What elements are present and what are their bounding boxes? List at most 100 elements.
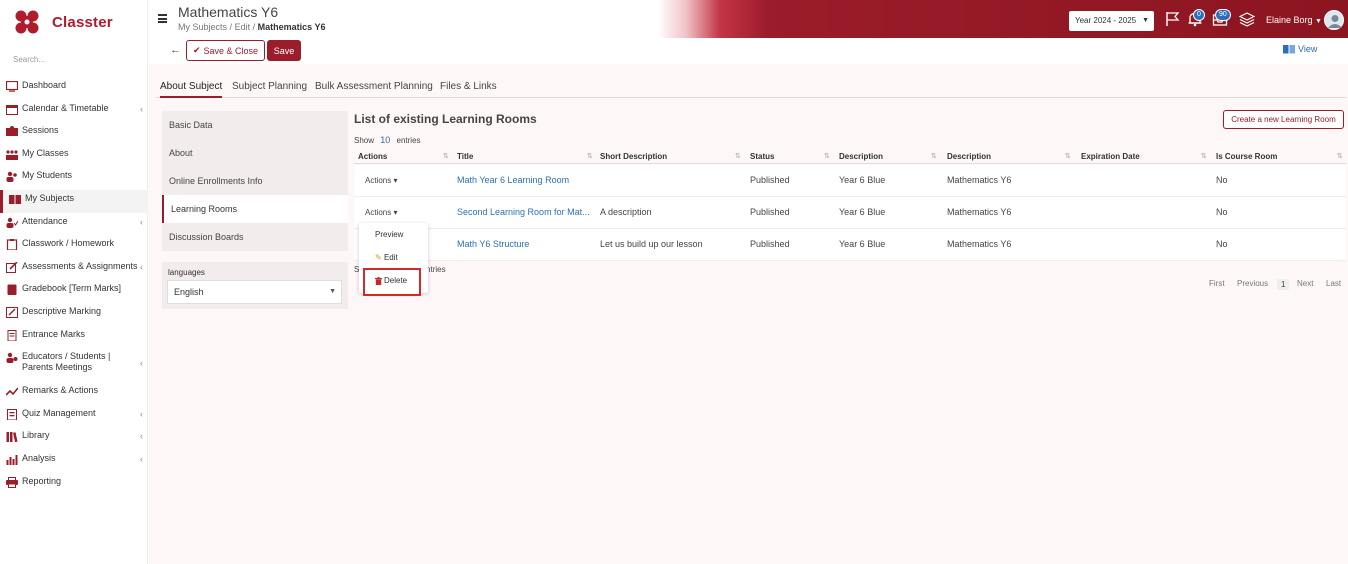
sidebar-item-label: Educators / Students | Parents Meetings	[22, 351, 111, 373]
sidebar-item-label: Library	[22, 430, 50, 441]
row-actions-button[interactable]: Actions ▾	[365, 176, 397, 185]
logo[interactable]: Classter	[14, 9, 113, 35]
sidebar-item-entrance-marks[interactable]: Entrance Marks	[0, 326, 148, 349]
sidebar-item-label: Sessions	[22, 125, 59, 136]
save-button[interactable]: Save	[267, 40, 301, 61]
sort-icon: ⇅	[1065, 153, 1071, 160]
hamburger-menu-icon[interactable]	[158, 14, 167, 23]
sidebar-item-dashboard[interactable]: Dashboard	[0, 77, 148, 100]
table-row: Actions ▾ Second Learning Room for Mat..…	[354, 197, 1346, 229]
sidebar-search-input[interactable]: Search...	[13, 55, 45, 64]
subnav-about[interactable]: About	[162, 139, 348, 167]
quiz-icon	[7, 408, 17, 420]
gradebook-icon	[7, 284, 17, 296]
pager-last[interactable]: Last	[1326, 279, 1341, 288]
year-selector[interactable]: Year 2024 - 2025 ▼	[1069, 11, 1154, 31]
sidebar-item-reporting[interactable]: Reporting	[0, 473, 148, 496]
table-header: Actions ⇅ Title ⇅ Short Description ⇅ St…	[354, 150, 1346, 164]
sidebar-item-descriptive-marking[interactable]: Descriptive Marking	[0, 303, 148, 326]
chevron-left-icon: ‹	[140, 261, 143, 272]
pager-page-1[interactable]: 1	[1277, 279, 1290, 290]
menu-item-delete[interactable]: Delete	[363, 268, 421, 296]
sidebar-item-my-students[interactable]: My Students	[0, 167, 148, 190]
view-link[interactable]: View	[1283, 44, 1317, 54]
flag-icon[interactable]	[1165, 11, 1181, 27]
marking-icon	[6, 306, 18, 318]
sidebar-item-label: Dashboard	[22, 80, 67, 90]
sidebar: Classter Search... Dashboard Calendar & …	[0, 0, 148, 564]
layers-icon[interactable]	[1239, 11, 1255, 27]
sidebar-item-my-classes[interactable]: My Classes	[0, 145, 148, 168]
room-title-link[interactable]: Math Year 6 Learning Room	[457, 175, 569, 185]
pager-previous[interactable]: Previous	[1237, 279, 1268, 288]
user-menu[interactable]: Elaine Borg ▼	[1266, 15, 1322, 25]
description: Year 6 Blue	[839, 207, 886, 217]
sidebar-item-label: Reporting	[22, 475, 62, 486]
room-title-link[interactable]: Second Learning Room for Mat...	[457, 207, 590, 217]
row-actions-button[interactable]: Actions ▾	[365, 208, 397, 217]
sidebar-item-assessments[interactable]: Assessments & Assignments ‹	[0, 258, 148, 281]
sidebar-item-attendance[interactable]: Attendance ‹	[0, 213, 148, 236]
sort-icon: ⇅	[824, 153, 830, 160]
pager-first[interactable]: First	[1209, 279, 1225, 288]
column-header[interactable]: Short Description	[600, 152, 667, 161]
languages-panel: languages English ▼	[162, 262, 348, 309]
menu-item-preview[interactable]: Preview	[359, 230, 428, 239]
column-header[interactable]: Expiration Date	[1081, 152, 1140, 161]
subnav-online-enrollments[interactable]: Online Enrollments Info	[162, 167, 348, 195]
sidebar-item-label: My Subjects	[25, 192, 75, 203]
sidebar-item-label: Calendar & Timetable	[22, 102, 109, 113]
caret-down-icon: ▼	[1142, 17, 1149, 24]
sidebar-item-remarks[interactable]: Remarks & Actions	[0, 382, 148, 405]
tab-about-subject[interactable]: About Subject	[160, 81, 223, 98]
remarks-icon	[6, 387, 18, 396]
breadcrumb-item[interactable]: Edit	[235, 22, 251, 32]
sidebar-item-label: Analysis	[22, 452, 56, 463]
sidebar-item-my-subjects[interactable]: My Subjects	[0, 189, 148, 213]
sidebar-item-gradebook[interactable]: Gradebook [Term Marks]	[0, 280, 148, 303]
is-course-room: No	[1216, 239, 1228, 249]
sidebar-item-label: Entrance Marks	[22, 328, 86, 339]
sidebar-item-sessions[interactable]: Sessions	[0, 122, 148, 145]
library-icon	[6, 432, 18, 443]
save-and-close-button[interactable]: ✔ Save & Close	[186, 40, 265, 61]
sidebar-item-label: Attendance	[22, 215, 68, 226]
subnav-discussion-boards[interactable]: Discussion Boards	[162, 223, 348, 251]
sidebar-item-quiz-management[interactable]: Quiz Management ‹	[0, 405, 148, 428]
subject-section-nav: Basic Data About Online Enrollments Info…	[162, 111, 348, 251]
sidebar-item-calendar[interactable]: Calendar & Timetable ‹	[0, 100, 148, 123]
year-selector-value: Year 2024 - 2025	[1075, 16, 1137, 25]
column-header[interactable]: Title	[457, 152, 473, 161]
tab-files-links[interactable]: Files & Links	[440, 81, 497, 96]
pager-next[interactable]: Next	[1297, 279, 1313, 288]
column-header[interactable]: Description	[839, 152, 883, 161]
sidebar-item-meetings[interactable]: Educators / Students | Parents Meetings …	[0, 348, 148, 382]
avatar[interactable]	[1324, 10, 1344, 30]
room-title-link[interactable]: Math Y6 Structure	[457, 239, 529, 249]
messages-badge: 90	[1215, 9, 1231, 21]
user-name: Elaine Borg	[1266, 15, 1313, 25]
menu-item-edit[interactable]: ✎ Edit	[359, 253, 428, 262]
breadcrumb: My Subjects / Edit / Mathematics Y6	[178, 22, 326, 32]
tab-bulk-assessment-planning[interactable]: Bulk Assessment Planning	[315, 81, 433, 96]
tab-subject-planning[interactable]: Subject Planning	[232, 81, 307, 96]
entries-per-page-select[interactable]: 10	[380, 135, 390, 145]
description: Year 6 Blue	[839, 175, 886, 185]
column-header[interactable]: Is Course Room	[1216, 152, 1277, 161]
column-header[interactable]: Status	[750, 152, 774, 161]
subnav-basic-data[interactable]: Basic Data	[162, 111, 348, 139]
book-icon	[9, 194, 21, 204]
monitor-icon	[6, 81, 18, 92]
back-arrow-icon[interactable]: ←	[170, 44, 181, 56]
subnav-learning-rooms[interactable]: Learning Rooms	[162, 195, 348, 223]
column-header[interactable]: Actions	[358, 152, 387, 161]
sidebar-item-classwork[interactable]: Classwork / Homework	[0, 235, 148, 258]
caret-down-icon: ▼	[329, 288, 336, 295]
create-learning-room-button[interactable]: Create a new Learning Room	[1223, 110, 1344, 129]
breadcrumb-item[interactable]: My Subjects	[178, 22, 227, 32]
sidebar-item-analysis[interactable]: Analysis ‹	[0, 450, 148, 473]
language-select[interactable]: English ▼	[167, 280, 342, 304]
sidebar-item-library[interactable]: Library ‹	[0, 427, 148, 450]
column-header[interactable]: Description	[947, 152, 991, 161]
sort-icon: ⇅	[443, 153, 449, 160]
